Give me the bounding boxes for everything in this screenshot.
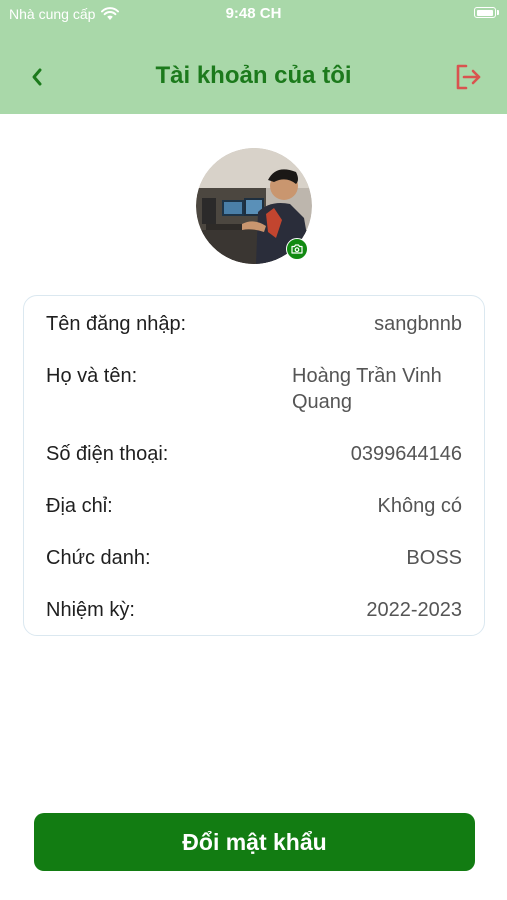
position-row: Chức danh: BOSS bbox=[46, 545, 462, 571]
address-value: Không có bbox=[377, 495, 462, 517]
account-screen: Nhà cung cấp 9:48 CH Tài khoản của tôi T… bbox=[0, 0, 507, 900]
phone-row: Số điện thoại: 0399644146 bbox=[46, 441, 462, 467]
username-row: Tên đăng nhập: sangbnnb bbox=[46, 311, 462, 337]
phone-label: Số điện thoại: bbox=[46, 443, 169, 465]
username-label: Tên đăng nhập: bbox=[46, 313, 187, 335]
battery-level bbox=[476, 9, 493, 16]
camera-icon bbox=[291, 244, 303, 254]
nav-bar: Tài khoản của tôi bbox=[0, 44, 507, 110]
address-row: Địa chỉ: Không có bbox=[46, 493, 462, 519]
change-password-button[interactable]: Đổi mật khẩu bbox=[34, 813, 475, 871]
position-label: Chức danh: bbox=[46, 547, 151, 569]
fullname-value: Hoàng Trần Vinh Quang bbox=[292, 365, 442, 413]
account-info-card: Tên đăng nhập: sangbnnb Họ và tên: Hoàng… bbox=[23, 295, 485, 636]
term-label: Nhiệm kỳ: bbox=[46, 599, 135, 621]
term-row: Nhiệm kỳ: 2022-2023 bbox=[46, 597, 462, 623]
username-value: sangbnnb bbox=[374, 313, 462, 335]
position-value: BOSS bbox=[406, 547, 462, 569]
header: Nhà cung cấp 9:48 CH Tài khoản của tôi bbox=[0, 0, 507, 114]
change-photo-button[interactable] bbox=[286, 238, 308, 260]
avatar-container bbox=[196, 148, 312, 264]
battery-icon bbox=[474, 7, 499, 18]
fullname-label: Họ và tên: bbox=[46, 365, 138, 387]
term-value: 2022-2023 bbox=[366, 599, 462, 621]
page-title: Tài khoản của tôi bbox=[155, 62, 352, 89]
fullname-row: Họ và tên: Hoàng Trần Vinh Quang bbox=[46, 363, 462, 415]
address-label: Địa chỉ: bbox=[46, 495, 113, 517]
logout-icon bbox=[456, 64, 481, 90]
status-bar: Nhà cung cấp 9:48 CH bbox=[0, 0, 507, 30]
logout-button[interactable] bbox=[451, 60, 485, 94]
clock: 9:48 CH bbox=[225, 5, 282, 22]
phone-value: 0399644146 bbox=[350, 443, 462, 465]
